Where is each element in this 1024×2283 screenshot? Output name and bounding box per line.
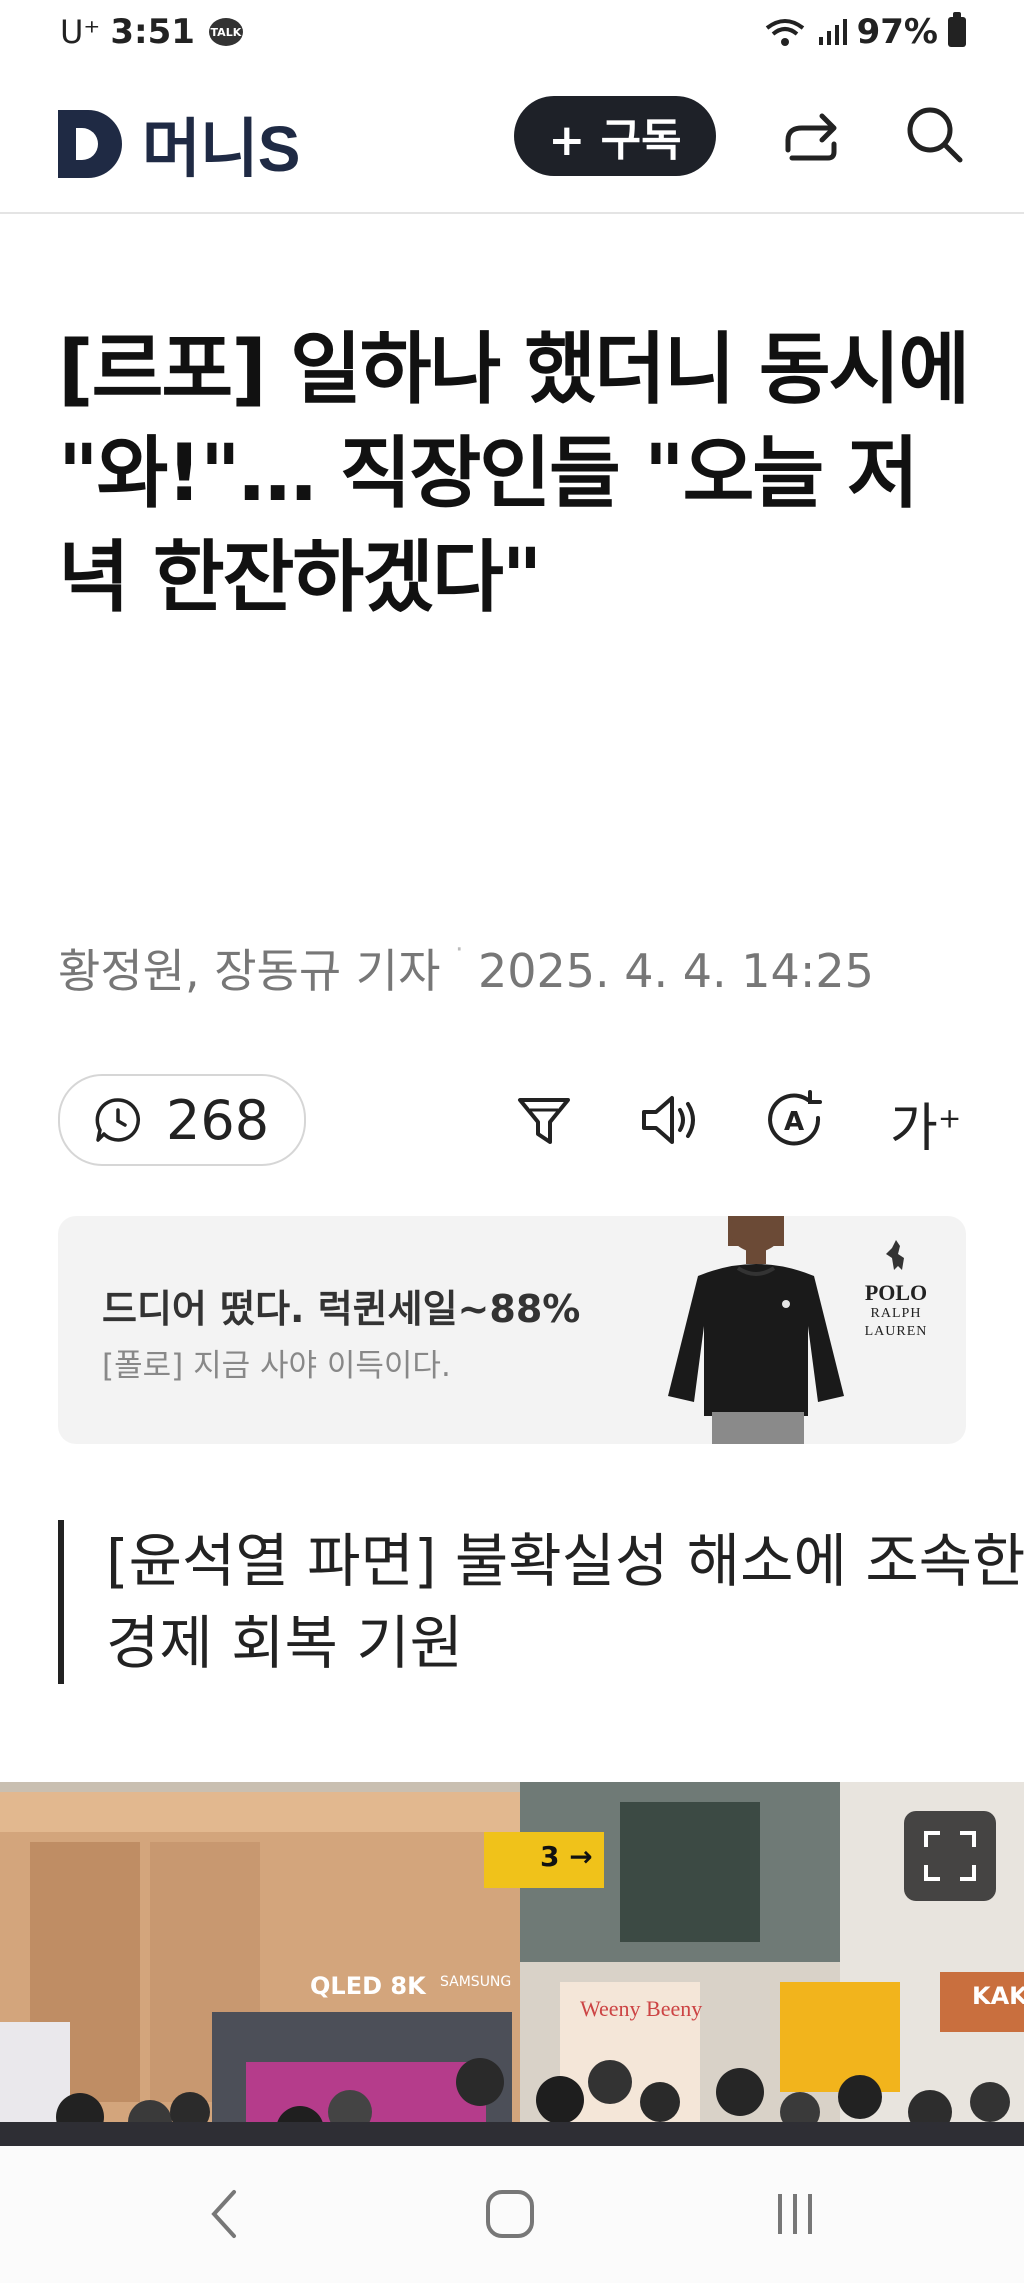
ad-brand-line1: POLO [864, 1280, 928, 1305]
back-icon[interactable] [190, 2184, 260, 2244]
ad-brand-logo: POLO RALPH LAUREN [848, 1236, 944, 1341]
article-photo[interactable]: 3 → QLED 8K SAMSUNG Weeny Beeny KAKA [0, 1782, 1024, 2146]
logo[interactable]: 머니S [58, 98, 300, 190]
clock: 3:51 [110, 12, 195, 52]
font-size-icon[interactable]: 가+ [890, 1086, 961, 1161]
talk-notification-icon: TALK [208, 18, 243, 46]
status-right: 97% [763, 12, 966, 52]
comment-button[interactable]: 268 [58, 1074, 306, 1166]
author-names: 황정원, 장동규 기자 [58, 944, 441, 998]
battery-percent: 97% [856, 12, 938, 52]
store-sign-2: KAKA [972, 1982, 1024, 2010]
ad-title: 드디어 떴다. 럭퀸세일~88% [102, 1287, 581, 1331]
recents-icon[interactable] [760, 2184, 830, 2244]
article-headline: [르포] 일하나 했더니 동시에 "와!"… 직장인들 "오늘 저녁 한잔하겠다… [58, 325, 970, 623]
battery-icon [948, 12, 966, 47]
ad-subtitle: [폴로] 지금 사야 이득이다. [102, 1348, 451, 1384]
svg-text:A: A [784, 1107, 804, 1137]
system-nav-bar [0, 2146, 1024, 2283]
share-icon[interactable] [776, 100, 846, 170]
carrier-label: U⁺ [60, 13, 101, 51]
subscribe-button[interactable]: + 구독 [514, 96, 716, 176]
station-scene-image [0, 1782, 1024, 2146]
polo-horse-icon [886, 1240, 904, 1270]
status-bar: U⁺ 3:51 TALK 97% [0, 0, 1024, 72]
home-icon[interactable] [475, 2184, 545, 2244]
store-sign-1: Weeny Beeny [580, 1996, 703, 2021]
expand-icon [924, 1831, 976, 1881]
expand-photo-button[interactable] [904, 1811, 996, 1901]
ad-banner[interactable]: 드디어 떴다. 럭퀸세일~88% [폴로] 지금 사야 이득이다. POLO R… [58, 1216, 966, 1444]
logo-text: 머니S [142, 113, 300, 185]
wifi-icon [765, 19, 804, 46]
ad-model-image [668, 1216, 844, 1444]
article-subheadline: [윤석열 파면] 불확실성 해소에 조속한 경제 회복 기원 [58, 1520, 1024, 1684]
filter-icon[interactable] [512, 1088, 576, 1152]
app-header: 머니S + 구독 [0, 72, 1024, 214]
logo-mark-icon [58, 110, 122, 178]
font-size-label: 가 [890, 1099, 938, 1159]
brand-sign: SAMSUNG [440, 1974, 512, 1990]
tv-sign: QLED 8K [310, 1972, 426, 2000]
speaker-icon[interactable] [638, 1088, 702, 1152]
status-left: U⁺ 3:51 TALK [60, 12, 243, 52]
comment-count: 268 [166, 1088, 270, 1152]
comment-icon [95, 1098, 141, 1142]
platform-sign: 3 → [540, 1840, 593, 1873]
search-icon[interactable] [900, 100, 970, 170]
article-date: 2025. 4. 4. 14:25 [477, 944, 874, 998]
byline-separator: · [455, 935, 464, 965]
signal-icon [818, 19, 847, 45]
article-byline: 황정원, 장동규 기자 · 2025. 4. 4. 14:25 [58, 935, 874, 1001]
translate-icon[interactable]: A [764, 1088, 828, 1152]
ad-brand-line2: RALPH LAUREN [864, 1306, 928, 1339]
